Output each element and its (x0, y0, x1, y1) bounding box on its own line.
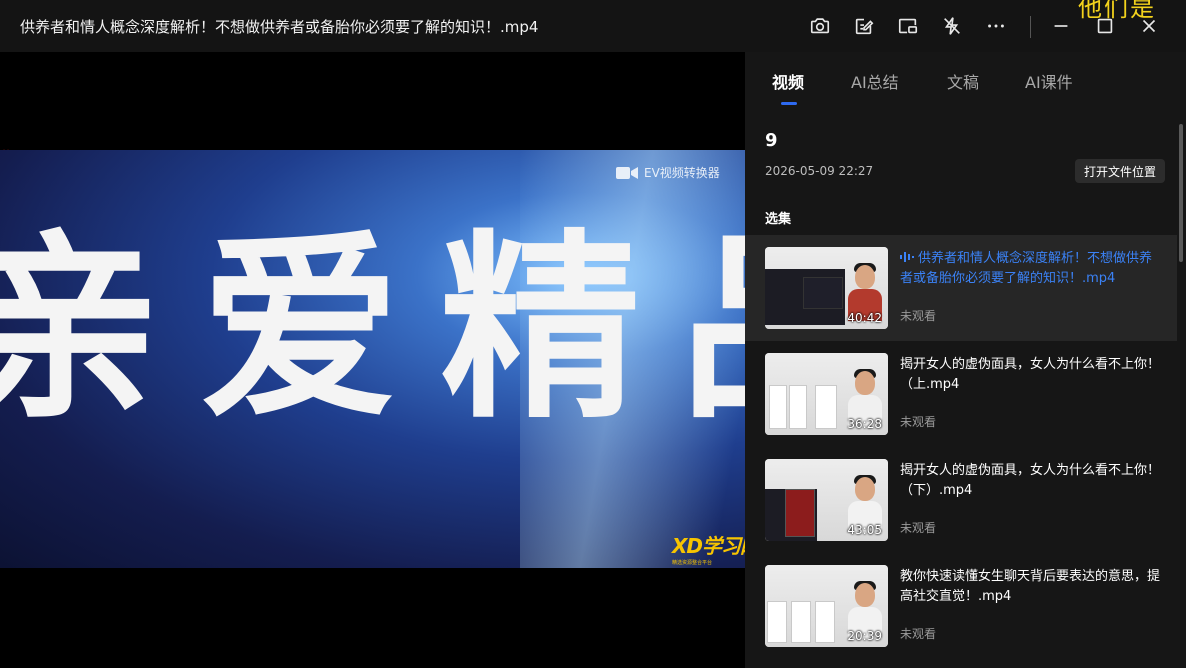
episode-status: 未观看 (900, 415, 937, 429)
episode-item[interactable]: 43:05 揭开女人的虚伪面具，女人为什么看不上你！（下）.mp4 未观看 (745, 447, 1177, 553)
toolbar-divider (1030, 16, 1031, 38)
episode-title: 供养者和情人概念深度解析！不想做供养者或备胎你必须要了解的知识！.mp4 (900, 249, 1164, 289)
video-camera-icon (616, 166, 638, 179)
episode-duration: 20:39 (847, 629, 882, 643)
episode-status: 未观看 (900, 521, 937, 535)
episode-title: 揭开女人的虚伪面具，女人为什么看不上你！（上.mp4 (900, 357, 1161, 392)
tab-transcript[interactable]: 文稿 (947, 69, 979, 93)
camera-icon[interactable] (804, 10, 836, 42)
episode-thumbnail: 40:42 (765, 247, 888, 329)
corner-logo: XD学习网 精选资源整合平台 (672, 530, 745, 566)
episode-thumbnail: 43:05 (765, 459, 888, 541)
date-label: 2026-05-09 22:27 (765, 164, 874, 178)
episode-status: 未观看 (900, 627, 937, 641)
frame-title: 亲爱精品 (0, 213, 745, 446)
corner-logo-sub: 精选资源整合平台 (672, 560, 713, 566)
video-frame[interactable]: 亲爱精品 EV视频转换器 XD学习网 精选资源整合平台 (0, 150, 745, 568)
episode-duration: 36:28 (847, 417, 882, 431)
corner-logo-text: XD学习网 (672, 534, 745, 558)
title-bar: 供养者和情人概念深度解析！不想做供养者或备胎你必须要了解的知识！.mp4 他们是 (0, 0, 1186, 52)
item-count: 9 (765, 130, 778, 151)
open-file-location-button[interactable]: 打开文件位置 (1075, 159, 1165, 183)
corner-overlay-text: 他们是 (1078, 0, 1156, 22)
sidebar-tabs: 视频 AI总结 文稿 AI课件 (745, 52, 1186, 108)
watermark-text: EV视频转换器 (644, 166, 720, 180)
more-icon[interactable] (980, 10, 1012, 42)
episode-title-text: 供养者和情人概念深度解析！不想做供养者或备胎你必须要了解的知识！.mp4 (900, 251, 1153, 286)
scrollbar[interactable] (1179, 124, 1183, 262)
tab-video[interactable]: 视频 (772, 69, 804, 93)
episode-thumbnail: 20:39 (765, 565, 888, 647)
picture-in-picture-icon[interactable] (892, 10, 924, 42)
active-tab-indicator (781, 102, 797, 105)
ai-disabled-icon[interactable] (936, 10, 968, 42)
sidebar: 视频 AI总结 文稿 AI课件 9 2026-05-09 22:27 打开文件位… (745, 52, 1186, 668)
note-edit-icon[interactable] (848, 10, 880, 42)
tab-ai-summary[interactable]: AI总结 (851, 69, 899, 93)
episode-thumbnail: 36:28 (765, 353, 888, 435)
episode-status: 未观看 (900, 309, 937, 323)
episodes-heading: 选集 (765, 212, 792, 227)
episode-item[interactable]: 40:42 供养者和情人概念深度解析！不想做供养者或备胎你必须要了解的知识！.m… (745, 235, 1177, 341)
episode-duration: 43:05 (847, 523, 882, 537)
episode-title: 教你快速读懂女生聊天背后要表达的意思，提高社交直觉！.mp4 (900, 569, 1161, 604)
video-player[interactable]: 获取 亲爱精品 EV视频转换器 XD学习网 精选资源整合平台 (0, 52, 745, 668)
window-title: 供养者和情人概念深度解析！不想做供养者或备胎你必须要了解的知识！.mp4 (20, 18, 539, 36)
watermark: EV视频转换器 (616, 164, 720, 181)
minimize-icon[interactable] (1045, 10, 1077, 42)
episode-duration: 40:42 (847, 311, 882, 325)
episode-item[interactable]: 20:39 教你快速读懂女生聊天背后要表达的意思，提高社交直觉！.mp4 未观看 (745, 553, 1177, 659)
now-playing-icon (900, 252, 914, 262)
tab-ai-courseware[interactable]: AI课件 (1025, 69, 1073, 93)
episode-item[interactable]: 36:28 揭开女人的虚伪面具，女人为什么看不上你！（上.mp4 未观看 (745, 341, 1177, 447)
episode-title: 揭开女人的虚伪面具，女人为什么看不上你！（下）.mp4 (900, 463, 1161, 498)
